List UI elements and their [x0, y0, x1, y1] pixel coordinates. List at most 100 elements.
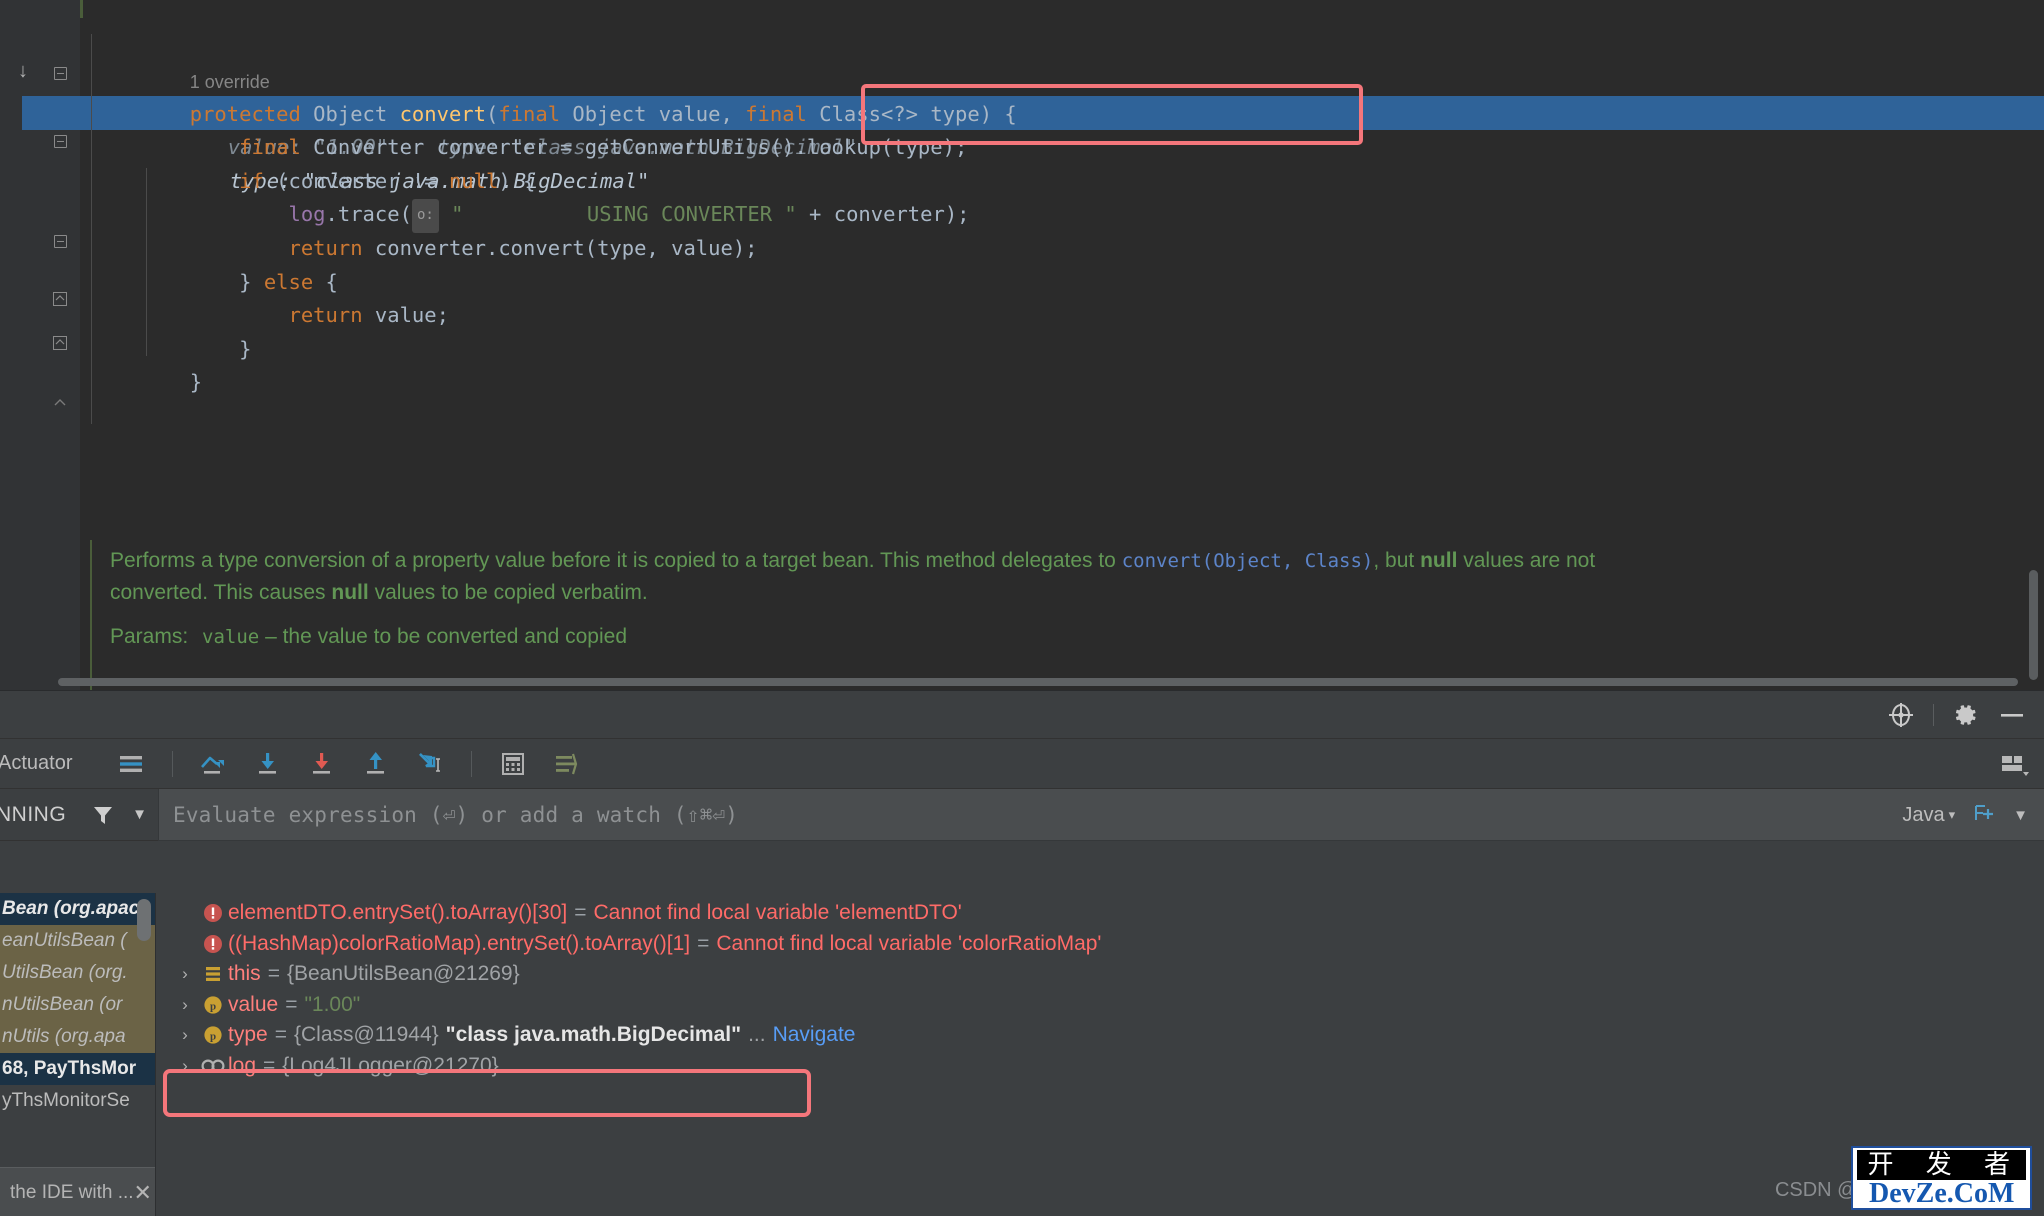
- lines-icon[interactable]: [112, 747, 150, 781]
- settings-gear-icon[interactable]: [1952, 701, 1980, 729]
- variable-eq: =: [574, 901, 587, 924]
- javadoc-left-bar: [90, 540, 92, 690]
- debug-panel-header: [0, 691, 2044, 739]
- expand-chevron-icon[interactable]: ›: [172, 959, 198, 990]
- expand-chevron-icon[interactable]: ›: [172, 1020, 198, 1051]
- run-to-cursor-icon[interactable]: [411, 747, 449, 781]
- editor-v-scrollbar-thumb[interactable]: [2029, 570, 2038, 680]
- watermark-cn-text: 开 发 者: [1857, 1150, 2026, 1180]
- variable-expr: ((HashMap)colorRatioMap).entrySet().toAr…: [228, 931, 691, 955]
- code-line-lookup[interactable]: final Converter converter = getConvertUt…: [80, 98, 2044, 193]
- frames-scrollbar-thumb[interactable]: [137, 899, 151, 941]
- frame-item-6[interactable]: yThsMonitorSe: [0, 1085, 155, 1117]
- variables-tree[interactable]: › elementDTO.entrySet().toArray()[30] = …: [156, 893, 2044, 1216]
- fold-marker-5[interactable]: [50, 332, 70, 352]
- language-selector-label[interactable]: Java: [1902, 804, 1944, 827]
- override-marker[interactable]: 1 override: [80, 30, 2044, 92]
- session-status: NNING: [0, 802, 67, 826]
- watermark: CSDN @ 开 发 者 DevZe.CoM: [1775, 1146, 2032, 1210]
- evaluate-bar[interactable]: NNING ▼ Evaluate expression (⏎) or add a…: [0, 789, 2044, 841]
- variable-expr: log: [228, 1053, 257, 1077]
- watermark-csdn-text: CSDN @: [1774, 1179, 1858, 1201]
- debug-tool-window[interactable]: Actuator NNING ▼ Evaluate expression (⏎)…: [0, 690, 2044, 1216]
- editor-h-scrollbar-thumb[interactable]: [58, 678, 2018, 686]
- header-separator: [1933, 704, 1934, 726]
- javadoc-p1a: Performs a type conversion of a property…: [110, 549, 1122, 572]
- filter-funnel-icon[interactable]: [88, 800, 118, 830]
- fold-marker-2[interactable]: [50, 132, 70, 152]
- toolbar-separator-1: [172, 750, 174, 777]
- crosshair-target-icon[interactable]: [1887, 701, 1915, 729]
- variable-eq: =: [274, 1023, 287, 1046]
- step-over-icon[interactable]: [195, 747, 233, 781]
- watermark-en-text: DevZe.CoM: [1869, 1178, 2015, 1209]
- stream-trace-icon[interactable]: [548, 747, 586, 781]
- javadoc-param-desc: – the value to be converted and copied: [259, 625, 628, 648]
- variable-value: {Log4JLogger@21270}: [282, 1053, 499, 1077]
- variable-row-this[interactable]: › this = {BeanUtilsBean@21269}: [156, 959, 2044, 990]
- force-step-into-icon[interactable]: [303, 747, 341, 781]
- code-line-close-inner[interactable]: }: [80, 299, 2044, 361]
- step-into-icon[interactable]: [249, 747, 287, 781]
- fold-marker-3[interactable]: [50, 232, 70, 252]
- add-watch-icon[interactable]: [1971, 801, 1997, 830]
- frame-item-4[interactable]: nUtils (org.apa: [0, 1021, 155, 1053]
- frame-item-1[interactable]: eanUtilsBean (: [0, 925, 155, 957]
- expand-chevron-icon[interactable]: ›: [172, 1051, 198, 1082]
- expand-chevron-icon[interactable]: ›: [172, 990, 198, 1021]
- code-line-else[interactable]: } else {: [80, 232, 2044, 294]
- chevron-down-icon-filter[interactable]: ▼: [132, 806, 147, 823]
- variable-row-log[interactable]: › log = {Log4JLogger@21270}: [156, 1051, 2044, 1082]
- javadoc-p1b: , but: [1373, 549, 1421, 572]
- variable-eq: =: [263, 1053, 276, 1077]
- fold-marker-1[interactable]: [50, 64, 70, 84]
- svg-text:p: p: [210, 1000, 216, 1012]
- error-icon: [198, 902, 228, 924]
- layout-settings-icon[interactable]: [1994, 747, 2034, 781]
- step-out-icon[interactable]: [357, 747, 395, 781]
- variable-row-error-1[interactable]: › elementDTO.entrySet().toArray()[30] = …: [156, 898, 2044, 929]
- code-line-log-trace[interactable]: log.trace(o: " USING CONVERTER " + conve…: [80, 165, 2044, 233]
- javadoc-params-label: Params:: [110, 625, 189, 648]
- minimize-icon[interactable]: [1998, 701, 2026, 729]
- code-line-return-convert[interactable]: return converter.convert(type, value);: [80, 198, 2044, 260]
- javadoc-p1d: values to be copied verbatim.: [368, 581, 648, 604]
- variable-expr: type: [228, 1023, 268, 1046]
- frame-item-5[interactable]: 68, PayThsMor: [0, 1053, 155, 1085]
- evaluate-expression-input[interactable]: Evaluate expression (⏎) or add a watch (…: [158, 789, 2044, 841]
- code-line-if[interactable]: if (converter != null) {: [80, 131, 2044, 193]
- frame-item-0[interactable]: Bean (org.apac: [0, 893, 155, 925]
- run-marker-icon: ↓: [18, 60, 28, 82]
- this-object-icon: [198, 964, 228, 984]
- code-line-signature[interactable]: protected Object convert(final Object va…: [80, 64, 2044, 160]
- ide-hint-bubble[interactable]: the IDE with ... ✕: [0, 1167, 155, 1216]
- chevron-down-icon-language[interactable]: ▾: [1949, 807, 1956, 823]
- chevron-down-icon-more[interactable]: ▼: [2013, 807, 2028, 824]
- javadoc-code-ref[interactable]: convert(Object, Class): [1122, 550, 1374, 572]
- close-icon[interactable]: ✕: [134, 1180, 152, 1206]
- frames-list[interactable]: Bean (org.apac eanUtilsBean ( UtilsBean …: [0, 893, 155, 1216]
- javadoc-null-1: null: [1420, 549, 1458, 572]
- javadoc-popup: Performs a type conversion of a property…: [80, 540, 2044, 690]
- variable-eq: =: [697, 931, 710, 955]
- toolbar-separator-2: [471, 750, 473, 777]
- frame-item-3[interactable]: nUtilsBean (or: [0, 989, 155, 1021]
- javadoc-null-2: null: [331, 581, 369, 604]
- evaluate-placeholder: Evaluate expression (⏎) or add a watch (…: [173, 802, 739, 827]
- code-line-close-method[interactable]: }: [80, 333, 2044, 394]
- variable-row-type[interactable]: › p type = {Class@11944} "class java.mat…: [156, 1020, 2044, 1051]
- code-line-return-value[interactable]: return value;: [80, 266, 2044, 327]
- navigate-link[interactable]: Navigate: [773, 1020, 856, 1051]
- variable-row-value[interactable]: › p value = "1.00": [156, 990, 2044, 1021]
- variable-expr: elementDTO.entrySet().toArray()[30]: [228, 901, 568, 924]
- parameter-icon: p: [198, 1024, 228, 1046]
- variable-eq: =: [267, 962, 280, 985]
- fold-marker-4[interactable]: [50, 288, 70, 308]
- code-editor[interactable]: ↓ Since: 1.8.0: [0, 0, 2044, 690]
- calculator-icon[interactable]: [494, 747, 532, 781]
- frame-item-2[interactable]: UtilsBean (org.: [0, 957, 155, 989]
- debugger-toolbar[interactable]: Actuator: [0, 739, 2044, 789]
- variable-row-error-2[interactable]: › ((HashMap)colorRatioMap).entrySet().to…: [156, 929, 2044, 960]
- javadoc-param-name: value: [202, 626, 260, 648]
- fold-marker-6[interactable]: [50, 393, 70, 413]
